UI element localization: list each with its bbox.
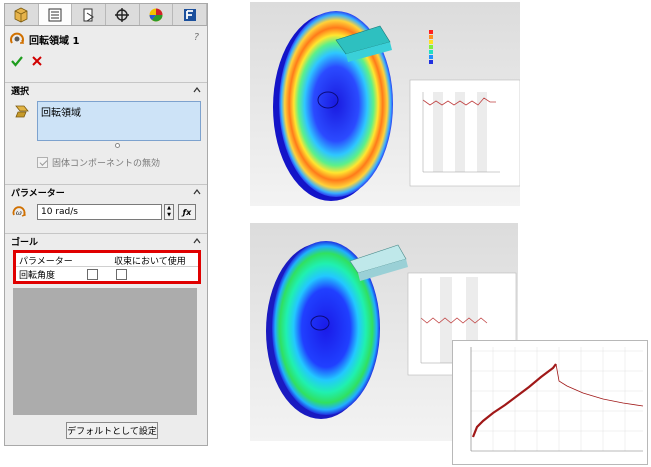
goals-table-highlight: パラメーター 収束において使用 回転角度 xyxy=(13,250,201,284)
parameters-section-header[interactable]: パラメーター xyxy=(5,184,207,200)
flow-simulation-tab[interactable] xyxy=(173,4,208,25)
property-list-icon xyxy=(48,8,62,21)
goal-convergence-graph[interactable] xyxy=(452,340,648,465)
goals-table-divider xyxy=(16,266,198,267)
configuration-icon xyxy=(83,8,94,21)
flow-simulation-icon xyxy=(183,8,196,21)
goal-row-name: 回転角度 xyxy=(19,271,56,281)
feature-tree-icon xyxy=(14,7,28,22)
goals-table-empty-area xyxy=(13,288,197,415)
appearance-icon xyxy=(149,8,163,21)
configuration-manager-tab[interactable] xyxy=(72,4,107,25)
chevron-up-icon xyxy=(193,189,201,195)
selection-list[interactable]: 回転領域 xyxy=(37,101,201,141)
list-resize-handle[interactable] xyxy=(115,143,120,148)
angular-velocity-input[interactable] xyxy=(37,204,162,220)
dependency-fx-button[interactable]: ƒx xyxy=(178,204,196,220)
disable-components-row: 固体コンポーネントの無効 xyxy=(5,155,207,169)
manager-tab-bar xyxy=(5,4,208,26)
simulation-view-top[interactable] xyxy=(250,2,520,206)
angular-velocity-spinner[interactable]: ▲ ▼ xyxy=(164,204,174,220)
confirm-row xyxy=(5,52,207,70)
selection-section-header[interactable]: 選択 xyxy=(5,82,207,98)
goal-enable-checkbox[interactable] xyxy=(87,269,98,280)
feature-title-row: 回転領域 1 ? xyxy=(5,30,207,48)
dimxpert-tab[interactable] xyxy=(106,4,140,25)
set-as-default-button[interactable]: デフォルトとして設定 xyxy=(66,422,158,439)
property-manager-tab[interactable] xyxy=(38,4,73,25)
goals-section-header[interactable]: ゴール xyxy=(5,233,207,249)
angular-velocity-row: ω ▲ ▼ ƒx xyxy=(5,203,207,221)
feature-manager-tab[interactable] xyxy=(5,4,39,25)
disable-components-checkbox[interactable] xyxy=(37,156,48,168)
goal-convergence-checkbox[interactable] xyxy=(116,269,127,280)
feature-title: 回転領域 1 xyxy=(29,35,80,47)
selection-list-item[interactable]: 回転領域 xyxy=(41,104,81,119)
angular-velocity-icon: ω xyxy=(12,206,26,217)
display-manager-tab[interactable] xyxy=(140,4,174,25)
cancel-x-icon[interactable] xyxy=(31,55,43,67)
parameters-header-label: パラメーター xyxy=(11,189,65,199)
spin-down-icon[interactable]: ▼ xyxy=(165,212,173,219)
ok-check-icon[interactable] xyxy=(11,55,23,67)
crosshair-icon xyxy=(115,7,130,22)
help-icon[interactable]: ? xyxy=(194,32,199,43)
selection-header-label: 選択 xyxy=(11,87,30,97)
svg-text:ω: ω xyxy=(16,209,22,217)
rotating-region-icon xyxy=(10,32,25,44)
disk-temperature-plot xyxy=(273,11,520,201)
chevron-up-icon xyxy=(193,238,201,244)
face-select-icon xyxy=(15,105,29,118)
chevron-up-icon xyxy=(193,87,201,93)
convergence-curve-plot xyxy=(470,347,644,452)
goals-header-label: ゴール xyxy=(11,238,39,248)
spin-up-icon[interactable]: ▲ xyxy=(165,205,173,212)
disable-components-label: 固体コンポーネントの無効 xyxy=(52,158,161,169)
